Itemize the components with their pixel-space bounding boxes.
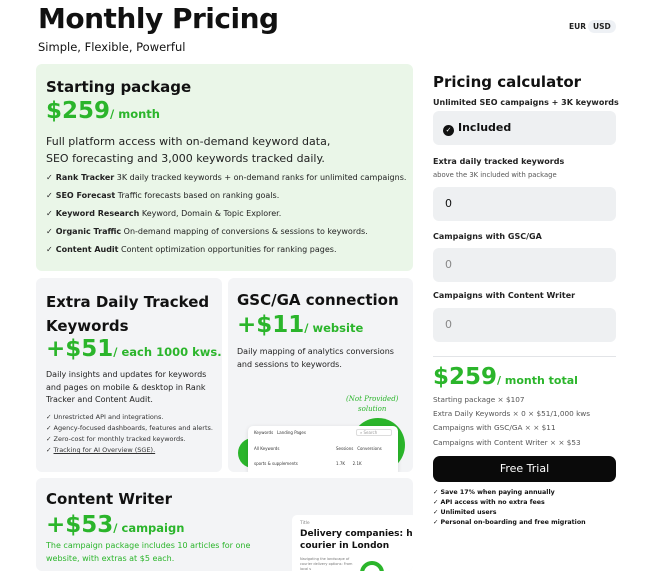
breakdown-starting: Starting package × $107 (433, 395, 525, 404)
check-icon: ✓ (46, 245, 53, 254)
perk-annual-savings: ✓ Save 17% when paying annually (433, 489, 555, 496)
writer-price-value: +$53 (46, 512, 114, 538)
analytics-mockup: Keywords Landing Pages ⌕ Search All Keyw… (248, 426, 398, 472)
gsc-campaigns-input[interactable]: 0 (433, 248, 616, 282)
extra-price-period: / each 1000 kws. (113, 345, 222, 359)
breakdown-gsc: Campaigns with GSC/GA × × $11 (433, 423, 556, 432)
perk-unlimited-users: ✓ Unlimited users (433, 509, 497, 516)
content-writer-price: +$53/ campaign (46, 512, 184, 538)
gsc-campaigns-label: Campaigns with GSC/GA (433, 232, 542, 241)
breakdown-writer: Campaigns with Content Writer × × $53 (433, 438, 581, 447)
gsc-price-value: +$11 (237, 312, 305, 338)
article-mockup: Title Delivery companies: howcourier in … (292, 515, 413, 571)
list-item: ✓ Unrestricted API and integrations. (46, 413, 164, 421)
list-item: ✓ Tracking for AI Overview (SGE). (46, 446, 156, 454)
pricing-page: Monthly Pricing Simple, Flexible, Powerf… (0, 0, 669, 571)
currency-eur-toggle[interactable]: EUR (564, 20, 591, 33)
perk-onboarding: ✓ Personal on-boarding and free migratio… (433, 519, 586, 526)
included-label: Included (458, 121, 512, 134)
extra-keywords-list: ✓ Unrestricted API and integrations. ✓ A… (46, 412, 213, 456)
starting-desc-line1: Full platform access with on-demand keyw… (46, 135, 331, 148)
calculator-divider (433, 356, 616, 357)
list-item: ✓ Zero-cost for monthly tracked keywords… (46, 435, 186, 443)
starting-package-price: $259/ month (46, 98, 160, 124)
extra-keywords-price: +$51/ each 1000 kws. (46, 336, 222, 362)
starting-price-period: / month (110, 107, 160, 121)
progress-ring-icon (360, 561, 384, 571)
mock-tab-keywords: Keywords (254, 430, 274, 435)
starting-price-value: $259 (46, 98, 111, 124)
feature-content-audit: ✓ Content Audit Content optimization oppo… (46, 245, 337, 254)
content-writer-card: Content Writer +$53/ campaign The campai… (36, 478, 413, 571)
mock-tab-landing-pages: Landing Pages (277, 430, 306, 435)
calculator-title: Pricing calculator (433, 73, 582, 91)
page-title: Monthly Pricing (38, 2, 279, 35)
starting-desc-line2: SEO forecasting and 3,000 keywords track… (46, 152, 325, 165)
mock-article-body: Navigating the landscape of courier deli… (300, 557, 353, 571)
list-item: ✓ Agency-focused dashboards, features an… (46, 424, 213, 432)
total-price-value: $259 (433, 364, 498, 390)
extra-keywords-input[interactable]: 0 (433, 187, 616, 221)
free-trial-button[interactable]: Free Trial (433, 456, 616, 482)
gsc-ga-price: +$11/ website (237, 312, 363, 338)
starting-package-heading: Starting package (46, 78, 192, 96)
extra-price-value: +$51 (46, 336, 114, 362)
currency-usd-toggle[interactable]: USD (588, 20, 616, 33)
feature-seo-forecast: ✓ SEO Forecast Traffic forecasts based on… (46, 191, 280, 200)
unlimited-campaigns-label: Unlimited SEO campaigns + 3K keywords (433, 98, 619, 107)
feature-rank-tracker: ✓ Rank Tracker 3K daily tracked keywords … (46, 173, 407, 182)
check-icon: ✓ (46, 191, 53, 200)
writer-campaigns-label: Campaigns with Content Writer (433, 291, 576, 300)
mock-article-title: Delivery companies: howcourier in London (300, 529, 413, 551)
feature-organic-traffic: ✓ Organic Traffic On-demand mapping of co… (46, 227, 368, 236)
starting-package-card: Starting package $259/ month Full platfo… (36, 64, 413, 271)
included-box: ✓ Included (433, 111, 616, 145)
content-writer-heading: Content Writer (46, 490, 172, 508)
mock-row: sports & supplements (254, 461, 298, 466)
gsc-price-period: / website (304, 321, 364, 335)
not-provided-note: (Not Provided) solution (346, 395, 399, 413)
starting-feature-list: ✓ Rank Tracker 3K daily tracked keywords … (46, 169, 406, 259)
mock-cell: Sessions Conversions (336, 446, 382, 451)
check-icon: ✓ (46, 209, 53, 218)
check-icon: ✓ (46, 173, 53, 182)
check-icon: ✓ (46, 227, 53, 236)
page-subtitle: Simple, Flexible, Powerful (38, 40, 186, 54)
writer-price-period: / campaign (113, 521, 185, 535)
mock-row: All Keywords (254, 446, 280, 451)
gsc-ga-heading: GSC/GA connection (237, 291, 399, 309)
mock-cell: 1.7K 2.1K (336, 461, 362, 466)
breakdown-extra-keywords: Extra Daily Keywords × 0 × $51/1,000 kws (433, 409, 591, 418)
check-circle-icon: ✓ (443, 125, 454, 136)
calculator-total: $259/ month total (433, 364, 578, 390)
gsc-ga-card: GSC/GA connection +$11/ website Daily ma… (228, 278, 413, 472)
extra-keywords-card: Extra Daily Tracked Keywords +$51/ each 1… (36, 278, 222, 472)
perk-api-access: ✓ API access with no extra fees (433, 499, 545, 506)
starting-package-description: Full platform access with on-demand keyw… (46, 133, 330, 167)
gsc-ga-description: Daily mapping of analytics conversions an… (237, 347, 394, 369)
writer-campaigns-input[interactable]: 0 (433, 308, 616, 342)
total-price-period: / month total (497, 374, 578, 387)
extra-keywords-heading: Extra Daily Tracked Keywords (46, 293, 210, 335)
mock-search-input: ⌕ Search (356, 429, 392, 436)
feature-keyword-research: ✓ Keyword Research Keyword, Domain & Topi… (46, 209, 282, 218)
content-writer-description: The campaign package includes 10 article… (46, 541, 251, 563)
mock-title-tag: Title (300, 521, 310, 526)
extra-keywords-sublabel: above the 3K included with package (433, 171, 557, 179)
extra-keywords-description: Daily insights and updates for keywords a… (46, 370, 207, 404)
extra-keywords-label: Extra daily tracked keywords (433, 157, 565, 166)
